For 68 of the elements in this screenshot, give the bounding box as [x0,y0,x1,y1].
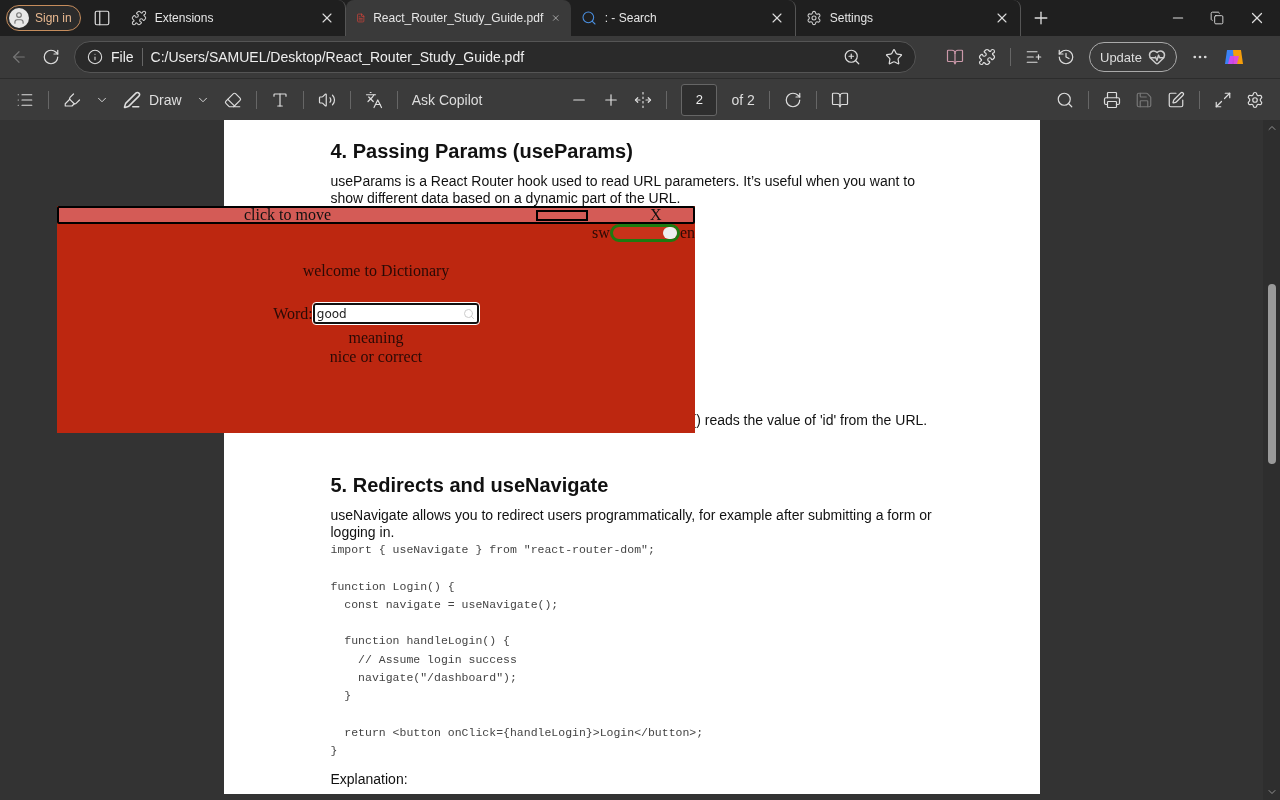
drag-handle[interactable]: click to move X [57,206,695,224]
translate-icon[interactable] [364,90,383,109]
toggle-switch[interactable] [609,224,680,242]
pen-icon [123,90,141,109]
settings-icon [805,10,822,26]
rotate-icon[interactable] [783,90,802,109]
section-heading: 4. Passing Params (useParams) [330,140,634,163]
back-icon[interactable] [10,48,28,66]
switch-label: sw [592,224,610,242]
close-button[interactable]: X [650,206,662,224]
read-aloud-icon[interactable] [317,90,336,109]
code-line: function Login() { [330,578,456,595]
dictionary-title: welcome to Dictionary [302,262,450,280]
word-label: Word: [273,304,313,323]
pdf-icon [355,10,366,26]
sign-in-button[interactable]: Sign in [6,5,81,31]
url-text: C:/Users/SAMUEL/Desktop/React_Router_Study_Guide.pdf [150,49,526,65]
heart-icon [1147,48,1166,66]
eraser-icon[interactable] [223,90,242,109]
ask-copilot-button[interactable]: Ask Copilot [411,91,483,108]
section-heading: 5. Redirects and useNavigate [330,474,610,497]
code-line: } [330,743,339,760]
avatar-icon [12,11,26,25]
code-line: } [343,688,353,705]
scrollbar-thumb[interactable] [1267,284,1276,464]
extensions-icon [130,10,147,26]
code-line: return <button onClick={handleLogin}>Login</button>; [343,724,705,741]
meaning-text: nice or correct [329,347,423,366]
info-icon [87,49,103,65]
history-icon[interactable] [1057,48,1075,66]
page-view-icon[interactable] [830,90,849,109]
browser-tab[interactable]: React_Router_Study_Guide.pdf [345,0,571,36]
code-line: // Assume login success [357,651,518,668]
settings-icon[interactable] [1246,90,1264,109]
page-count: of 2 [731,91,755,108]
scheme-label: File [111,49,134,65]
paragraph: useParams is a React Router hook used to read URL parameters. It’s useful when you want to show different data based on a dynamic part of the URL. [330,173,916,207]
switch-label: en [679,224,695,242]
fit-width-icon[interactable] [634,90,653,109]
meaning-label: meaning [348,328,404,347]
code-line: import { useNavigate } from "react-router-dom"; [330,542,656,558]
restore-icon[interactable] [1210,11,1224,25]
page-number-field[interactable]: 2 [681,83,718,116]
paragraph: useNavigate allows you to redirect users programmatically, for example after submitting a form or logging in. [330,507,933,541]
favorites-icon[interactable] [1025,48,1043,66]
reload-icon[interactable] [42,48,60,66]
print-icon[interactable] [1103,90,1121,109]
extensions-icon[interactable] [978,48,996,66]
text-icon[interactable] [270,90,289,109]
handle-label: click to move [244,206,332,224]
address-bar[interactable]: File C:/Users/SAMUEL/Desktop/React_Router_Study_Guide.pdf [74,41,916,73]
code-line: const navigate = useNavigate(); [343,596,560,613]
tab-panel-icon[interactable] [92,9,111,27]
search-icon [580,10,597,26]
draw-button[interactable]: Draw [123,90,182,109]
code-line: function handleLogin() { [343,633,511,650]
save-as-icon[interactable] [1167,90,1185,109]
extension-icon[interactable] [946,48,964,66]
fullscreen-icon[interactable] [1214,90,1232,109]
search-icon[interactable] [1056,90,1074,109]
search-icon [462,307,475,320]
small-box [536,209,589,221]
word-input[interactable]: good [312,303,479,324]
highlight-icon[interactable] [63,90,81,109]
code-line: navigate("/dashboard"); [357,670,518,687]
paragraph: Explanation: [330,770,409,788]
star-icon[interactable] [885,48,903,66]
zoom-icon[interactable] [843,48,861,66]
